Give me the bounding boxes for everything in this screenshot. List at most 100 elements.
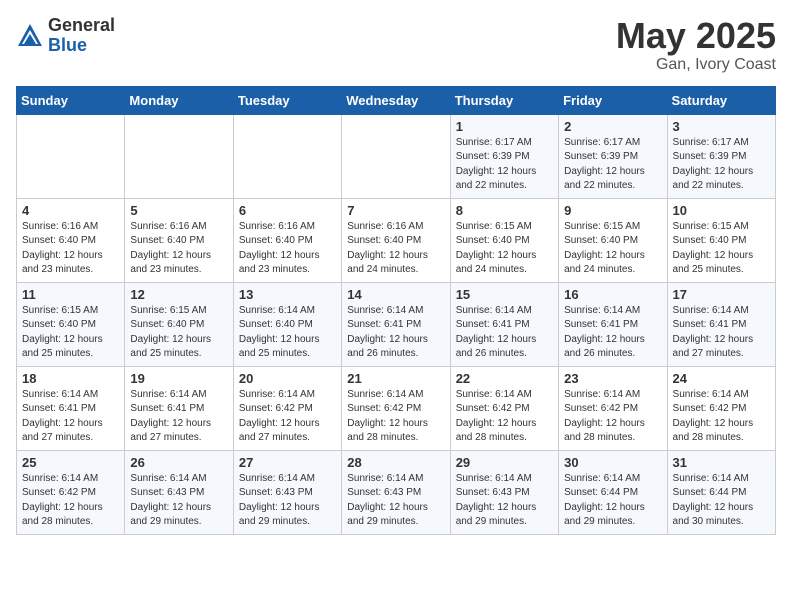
calendar-cell: [233, 114, 341, 198]
calendar-cell: 16Sunrise: 6:14 AM Sunset: 6:41 PM Dayli…: [559, 282, 667, 366]
day-info: Sunrise: 6:14 AM Sunset: 6:42 PM Dayligh…: [673, 388, 770, 446]
day-info: Sunrise: 6:14 AM Sunset: 6:43 PM Dayligh…: [347, 472, 444, 530]
day-info: Sunrise: 6:16 AM Sunset: 6:40 PM Dayligh…: [239, 220, 336, 278]
calendar-cell: 1 Sunrise: 6:17 AM Sunset: 6:39 PM Daylig…: [450, 114, 558, 198]
logo-general-text: General: [48, 16, 115, 36]
calendar-week-row: 4 Sunrise: 6:16 AM Sunset: 6:40 PM Daylig…: [17, 198, 776, 282]
calendar-cell: 26Sunrise: 6:14 AM Sunset: 6:43 PM Dayli…: [125, 450, 233, 534]
calendar-cell: 24Sunrise: 6:14 AM Sunset: 6:42 PM Dayli…: [667, 366, 775, 450]
calendar-cell: [125, 114, 233, 198]
day-info: Sunrise: 6:14 AM Sunset: 6:41 PM Dayligh…: [456, 304, 553, 362]
calendar-cell: 25Sunrise: 6:14 AM Sunset: 6:42 PM Dayli…: [17, 450, 125, 534]
logo-blue-text: Blue: [48, 36, 115, 56]
day-info: Sunrise: 6:17 AM Sunset: 6:39 PM Dayligh…: [673, 136, 770, 194]
day-info: Sunrise: 6:14 AM Sunset: 6:44 PM Dayligh…: [564, 472, 661, 530]
calendar-cell: 10 Sunrise: 6:15 AM Sunset: 6:40 PM Dayli…: [667, 198, 775, 282]
day-number: 7: [347, 203, 444, 218]
calendar-cell: 11Sunrise: 6:15 AM Sunset: 6:40 PM Dayli…: [17, 282, 125, 366]
calendar-cell: [342, 114, 450, 198]
day-number: 26: [130, 455, 227, 470]
day-number: 31: [673, 455, 770, 470]
day-info: Sunrise: 6:15 AM Sunset: 6:40 PM Dayligh…: [673, 220, 770, 278]
day-info: Sunrise: 6:14 AM Sunset: 6:41 PM Dayligh…: [564, 304, 661, 362]
day-number: 2: [564, 119, 661, 134]
day-number: 11: [22, 287, 119, 302]
day-number: 19: [130, 371, 227, 386]
day-number: 8: [456, 203, 553, 218]
location: Gan, Ivory Coast: [616, 56, 776, 74]
day-info: Sunrise: 6:16 AM Sunset: 6:40 PM Dayligh…: [22, 220, 119, 278]
day-number: 14: [347, 287, 444, 302]
calendar-cell: 3 Sunrise: 6:17 AM Sunset: 6:39 PM Daylig…: [667, 114, 775, 198]
day-number: 3: [673, 119, 770, 134]
calendar-week-row: 11 Sunrise: 6:15 AM Sunset: 6:40 PM Dayli…: [17, 282, 776, 366]
day-info: Sunrise: 6:14 AM Sunset: 6:44 PM Dayligh…: [673, 472, 770, 530]
calendar-cell: 2 Sunrise: 6:17 AM Sunset: 6:39 PM Daylig…: [559, 114, 667, 198]
calendar-week-row: 25Sunrise: 6:14 AM Sunset: 6:42 PM Dayli…: [17, 450, 776, 534]
header: General Blue May 2025 Gan, Ivory Coast: [16, 16, 776, 74]
col-thursday: Thursday: [450, 86, 558, 114]
day-number: 28: [347, 455, 444, 470]
day-info: Sunrise: 6:14 AM Sunset: 6:42 PM Dayligh…: [564, 388, 661, 446]
day-number: 27: [239, 455, 336, 470]
day-number: 21: [347, 371, 444, 386]
calendar-cell: 12 Sunrise: 6:15 AM Sunset: 6:40 PM Dayli…: [125, 282, 233, 366]
calendar-cell: 4 Sunrise: 6:16 AM Sunset: 6:40 PM Daylig…: [17, 198, 125, 282]
title-block: May 2025 Gan, Ivory Coast: [616, 16, 776, 74]
col-friday: Friday: [559, 86, 667, 114]
day-info: Sunrise: 6:14 AM Sunset: 6:41 PM Dayligh…: [130, 388, 227, 446]
day-number: 1: [456, 119, 553, 134]
day-number: 13: [239, 287, 336, 302]
day-info: Sunrise: 6:14 AM Sunset: 6:41 PM Dayligh…: [22, 388, 119, 446]
calendar-cell: 31 Sunrise: 6:14 AM Sunset: 6:44 PM Dayli…: [667, 450, 775, 534]
calendar-cell: 20 Sunrise: 6:14 AM Sunset: 6:42 PM Dayli…: [233, 366, 341, 450]
calendar-cell: 13 Sunrise: 6:14 AM Sunset: 6:40 PM Dayli…: [233, 282, 341, 366]
logo: General Blue: [16, 16, 115, 56]
day-info: Sunrise: 6:14 AM Sunset: 6:41 PM Dayligh…: [673, 304, 770, 362]
day-number: 20: [239, 371, 336, 386]
day-info: Sunrise: 6:15 AM Sunset: 6:40 PM Dayligh…: [564, 220, 661, 278]
day-number: 17: [673, 287, 770, 302]
day-number: 18: [22, 371, 119, 386]
calendar-header-row: Sunday Monday Tuesday Wednesday Thursday…: [17, 86, 776, 114]
day-number: 5: [130, 203, 227, 218]
calendar-cell: 22 Sunrise: 6:14 AM Sunset: 6:42 PM Dayli…: [450, 366, 558, 450]
calendar-cell: 29Sunrise: 6:14 AM Sunset: 6:43 PM Dayli…: [450, 450, 558, 534]
day-number: 4: [22, 203, 119, 218]
calendar-cell: [17, 114, 125, 198]
day-number: 10: [673, 203, 770, 218]
col-monday: Monday: [125, 86, 233, 114]
calendar-cell: 19 Sunrise: 6:14 AM Sunset: 6:41 PM Dayli…: [125, 366, 233, 450]
day-info: Sunrise: 6:16 AM Sunset: 6:40 PM Dayligh…: [347, 220, 444, 278]
calendar-cell: 18 Sunrise: 6:14 AM Sunset: 6:41 PM Dayli…: [17, 366, 125, 450]
day-info: Sunrise: 6:14 AM Sunset: 6:43 PM Dayligh…: [456, 472, 553, 530]
col-tuesday: Tuesday: [233, 86, 341, 114]
day-number: 15: [456, 287, 553, 302]
calendar-cell: 8Sunrise: 6:15 AM Sunset: 6:40 PM Daylig…: [450, 198, 558, 282]
calendar-cell: 14 Sunrise: 6:14 AM Sunset: 6:41 PM Dayli…: [342, 282, 450, 366]
day-info: Sunrise: 6:14 AM Sunset: 6:42 PM Dayligh…: [239, 388, 336, 446]
day-info: Sunrise: 6:17 AM Sunset: 6:39 PM Dayligh…: [456, 136, 553, 194]
day-number: 23: [564, 371, 661, 386]
calendar-cell: 5Sunrise: 6:16 AM Sunset: 6:40 PM Daylig…: [125, 198, 233, 282]
col-saturday: Saturday: [667, 86, 775, 114]
day-number: 9: [564, 203, 661, 218]
col-sunday: Sunday: [17, 86, 125, 114]
day-number: 12: [130, 287, 227, 302]
logo-text: General Blue: [48, 16, 115, 56]
calendar-cell: 23 Sunrise: 6:14 AM Sunset: 6:42 PM Dayli…: [559, 366, 667, 450]
day-info: Sunrise: 6:14 AM Sunset: 6:42 PM Dayligh…: [456, 388, 553, 446]
day-info: Sunrise: 6:14 AM Sunset: 6:41 PM Dayligh…: [347, 304, 444, 362]
day-info: Sunrise: 6:15 AM Sunset: 6:40 PM Dayligh…: [130, 304, 227, 362]
day-info: Sunrise: 6:14 AM Sunset: 6:42 PM Dayligh…: [22, 472, 119, 530]
page: General Blue May 2025 Gan, Ivory Coast S…: [0, 0, 792, 551]
day-info: Sunrise: 6:14 AM Sunset: 6:40 PM Dayligh…: [239, 304, 336, 362]
calendar-cell: 6Sunrise: 6:16 AM Sunset: 6:40 PM Daylig…: [233, 198, 341, 282]
day-number: 22: [456, 371, 553, 386]
day-number: 30: [564, 455, 661, 470]
calendar-week-row: 1 Sunrise: 6:17 AM Sunset: 6:39 PM Daylig…: [17, 114, 776, 198]
calendar-cell: 15 Sunrise: 6:14 AM Sunset: 6:41 PM Dayli…: [450, 282, 558, 366]
calendar-week-row: 18 Sunrise: 6:14 AM Sunset: 6:41 PM Dayli…: [17, 366, 776, 450]
day-info: Sunrise: 6:14 AM Sunset: 6:42 PM Dayligh…: [347, 388, 444, 446]
day-info: Sunrise: 6:17 AM Sunset: 6:39 PM Dayligh…: [564, 136, 661, 194]
